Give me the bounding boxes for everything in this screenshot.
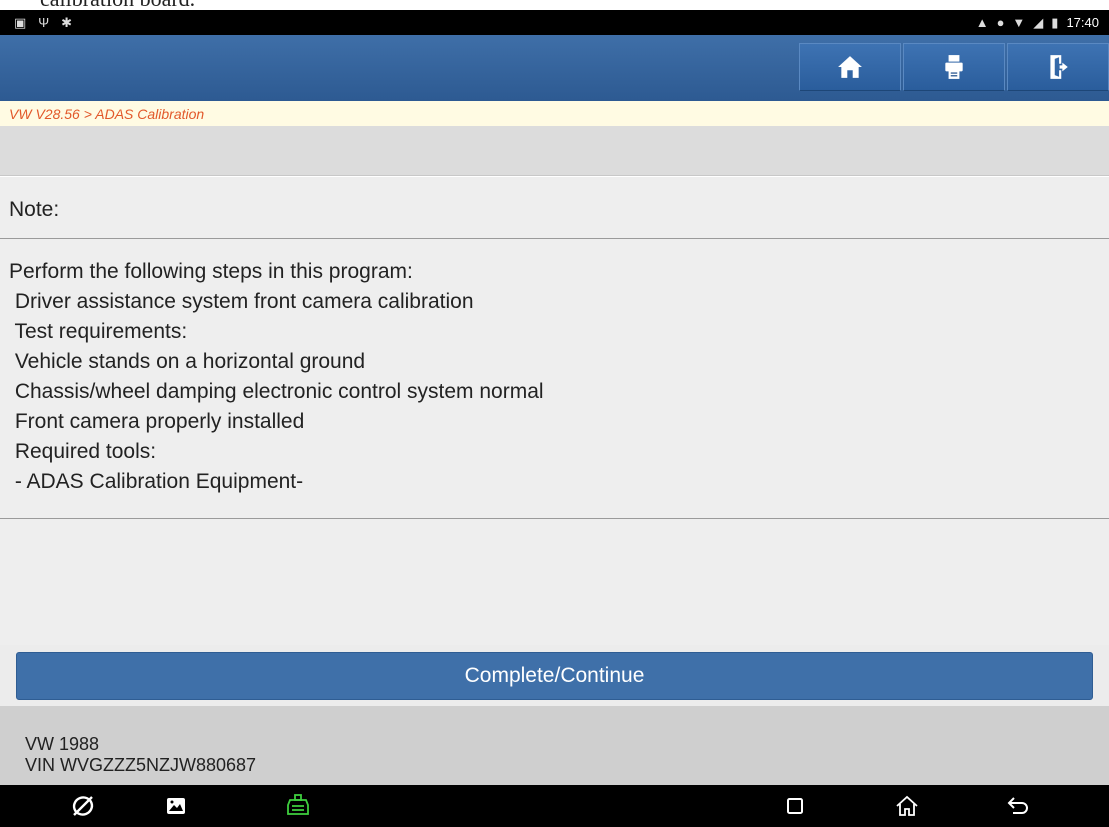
print-button[interactable] [903,43,1005,91]
gallery-icon[interactable] [163,793,189,819]
home-button[interactable] [799,43,901,91]
status-left-icons: ▣ Ψ ✱ [14,16,72,29]
instruction-line: Test requirements: [9,320,188,343]
wifi-icon: ▼ [1012,15,1026,30]
instruction-line: Perform the following steps in this prog… [9,260,413,283]
recent-apps-icon[interactable] [782,793,808,819]
document-caption-text: calibration board. [40,0,195,10]
continue-bar: Complete/Continue [0,645,1109,706]
toolbar-buttons [797,43,1109,91]
vehicle-info: VW 1988 VIN WVGZZZ5NZJW880687 [0,706,1109,785]
document-caption: calibration board. [0,0,1109,10]
status-time: 17:40 [1066,15,1099,30]
breadcrumb: VW V28.56 > ADAS Calibration [0,101,1109,126]
image-notification-icon: ▣ [14,15,27,30]
navigation-bar [0,785,1109,827]
home-icon [838,56,862,78]
browser-icon[interactable] [70,793,96,819]
exit-icon [1050,55,1068,79]
back-icon[interactable] [1005,793,1031,819]
bluetooth-app-icon: ✱ [61,15,73,30]
signal-icon: ◢ [1033,15,1044,30]
home-nav-icon[interactable] [894,793,920,819]
instruction-line: Vehicle stands on a horizontal ground [9,350,366,373]
vehicle-vin: VIN WVGZZZ5NZJW880687 [25,755,257,775]
header-band [0,126,1109,176]
exit-button[interactable] [1007,43,1109,91]
instructions-text: Perform the following steps in this prog… [0,239,1109,519]
vci-connector-icon[interactable] [285,793,311,819]
message-panel: Note: Perform the following steps in thi… [0,177,1109,645]
complete-continue-button[interactable]: Complete/Continue [16,652,1093,700]
instruction-line: Front camera properly installed [9,410,305,433]
note-label: Note: [0,177,1109,239]
vehicle-model: VW 1988 [25,734,100,754]
status-right-icons: ▲ ● ▼ ◢ ▮ 17:40 [976,15,1099,30]
printer-icon [945,55,963,79]
top-toolbar [0,35,1109,101]
instruction-line: Driver assistance system front camera ca… [9,290,474,313]
battery-icon: ▮ [1051,15,1059,30]
instruction-line: Required tools: [9,440,157,463]
do-not-disturb-icon: ● [996,15,1005,30]
status-bar: ▣ Ψ ✱ ▲ ● ▼ ◢ ▮ 17:40 [0,10,1109,35]
usb-debug-icon: Ψ [38,15,50,30]
empty-area [0,519,1109,645]
instruction-line: - ADAS Calibration Equipment- [9,470,304,493]
bluetooth-icon: ▲ [975,15,989,30]
instruction-line: Chassis/wheel damping electronic control… [9,380,544,403]
